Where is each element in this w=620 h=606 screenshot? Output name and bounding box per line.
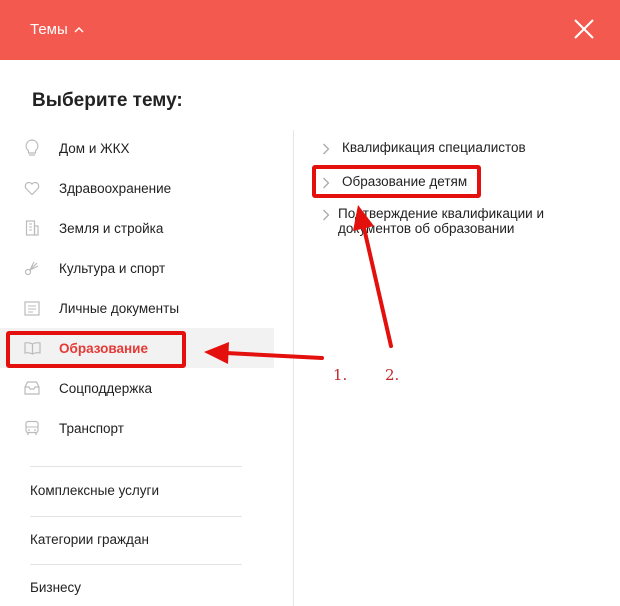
subtopic-label: Квалификация специалистов [342,140,526,155]
topic-label: Личные документы [59,300,180,316]
header-bar: Темы [0,0,620,60]
lightbulb-icon [22,138,42,158]
annotation-box-children-education [312,165,481,198]
topic-label: Дом и ЖКХ [59,140,130,156]
topic-label: Транспорт [59,420,124,436]
subtopic-label: Подтверждение квалификации и документов … [338,206,545,236]
topic-label: Культура и спорт [59,260,166,276]
themes-toggle[interactable]: Темы [30,21,84,38]
citizen-categories-link[interactable]: Категории граждан [30,532,149,547]
column-divider [293,130,294,606]
topic-item-housing[interactable]: Дом и ЖКХ [0,128,274,168]
building-icon [22,218,42,238]
topic-label: Здравоохранение [59,180,172,196]
annotation-label-1: 1. [333,366,348,384]
topic-item-culture[interactable]: Культура и спорт [0,248,274,288]
close-icon[interactable] [572,17,596,41]
chevron-right-icon [322,206,330,226]
complex-services-link[interactable]: Комплексные услуги [30,483,159,498]
topic-label: Земля и стройка [59,220,164,236]
topic-item-social[interactable]: Соцподдержка [0,368,274,408]
subtopic-item-qualification[interactable]: Квалификация специалистов [322,140,526,160]
topic-item-transport[interactable]: Транспорт [0,408,274,448]
topic-label: Соцподдержка [59,380,153,396]
chevron-right-icon [322,140,334,160]
subtopic-item-confirmation[interactable]: Подтверждение квалификации и документов … [322,206,552,236]
chevron-up-icon [74,21,84,38]
heart-icon [22,178,42,198]
shuttlecock-icon [22,258,42,278]
annotation-box-education [6,331,186,368]
topic-item-documents[interactable]: Личные документы [0,288,274,328]
arrow-2-shaft [362,226,393,348]
topic-list: Дом и ЖКХ Здравоохранение Земля и стройк… [0,128,274,448]
tray-icon [22,378,42,398]
topic-item-land[interactable]: Земля и стройка [0,208,274,248]
annotation-label-2: 2. [385,366,400,384]
bus-icon [22,418,42,438]
topic-item-health[interactable]: Здравоохранение [0,168,274,208]
business-link[interactable]: Бизнесу [30,580,81,595]
header-title: Темы [30,21,68,38]
document-icon [22,298,42,318]
page-title: Выберите тему: [32,90,183,111]
